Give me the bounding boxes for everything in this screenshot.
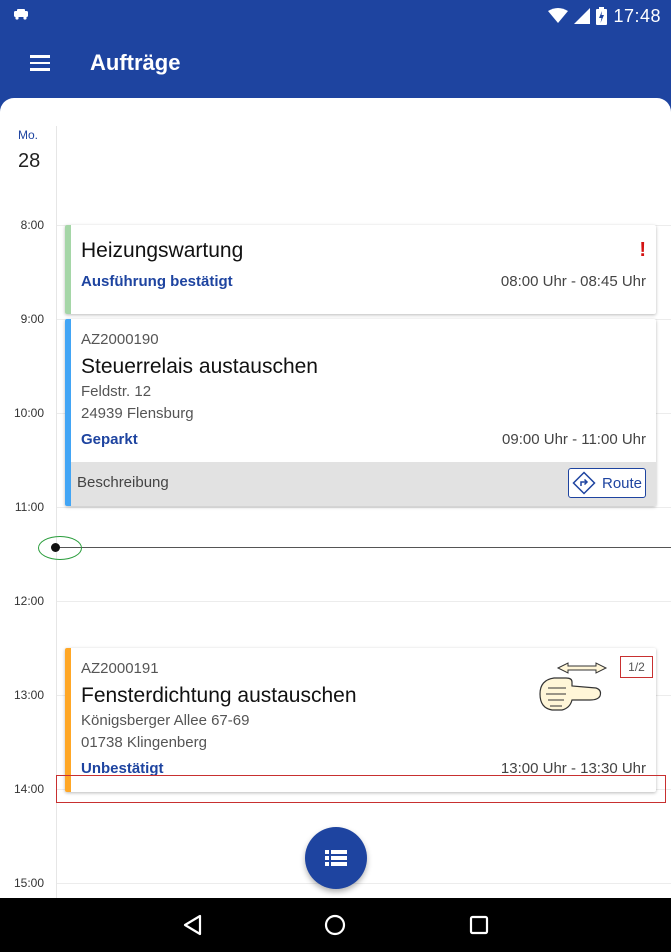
status-bar: 17:48: [0, 0, 671, 32]
swipe-gesture-icon: [539, 662, 608, 711]
event-status: Geparkt: [81, 431, 138, 448]
event-time: 08:00 Uhr - 08:45 Uhr: [500, 273, 646, 290]
day-number: 28: [18, 150, 41, 172]
highlight-box: [56, 775, 666, 803]
battery-icon: [596, 7, 608, 25]
hour-label: 13:00: [13, 688, 44, 702]
calendar-sheet[interactable]: Mo. 28 8:00 9:00 10:00 11:00 12:00 13:00…: [0, 98, 671, 898]
event-city: 24939 Flensburg: [81, 405, 194, 422]
car-notification-icon: [14, 9, 28, 20]
day-name: Mo.: [18, 128, 39, 142]
event-title: Fensterdichtung austauschen: [81, 684, 357, 707]
hour-label: 14:00: [13, 782, 44, 796]
event-street: Feldstr. 12: [81, 383, 152, 400]
route-label: Route: [601, 474, 643, 492]
list-view-button[interactable]: [305, 827, 367, 889]
event-title: Steuerrelais austauschen: [81, 355, 318, 378]
warning-icon: !: [639, 239, 646, 261]
hour-label: 9:00: [20, 312, 44, 326]
list-icon: [325, 850, 347, 866]
route-button[interactable]: Route: [568, 468, 646, 498]
hamburger-menu-icon[interactable]: [28, 52, 52, 76]
hour-line: [57, 883, 671, 884]
wifi-icon: [548, 8, 569, 23]
event-title: Heizungswartung: [81, 239, 244, 262]
hour-label: 11:00: [14, 500, 44, 514]
event-card-steuerrelais[interactable]: AZ2000190 Steuerrelais austauschen Felds…: [65, 319, 656, 506]
event-footer: Beschreibung Route: [71, 462, 656, 506]
hour-label: 15:00: [13, 876, 44, 890]
recents-icon[interactable]: [466, 912, 492, 938]
event-pager-badge[interactable]: 1/2: [620, 656, 653, 678]
event-city: 01738 Klingenberg: [81, 734, 207, 751]
hour-label: 8:00: [20, 218, 44, 232]
hour-line: [57, 601, 671, 602]
description-button[interactable]: Beschreibung: [77, 474, 169, 491]
event-accent-bar: [65, 225, 71, 314]
home-icon[interactable]: [322, 912, 348, 938]
page-title: Aufträge: [90, 50, 181, 75]
event-order-number: AZ2000190: [81, 331, 159, 348]
hour-label: 12:00: [13, 594, 44, 608]
event-status: Ausführung bestätigt: [81, 273, 233, 290]
event-time: 09:00 Uhr - 11:00 Uhr: [502, 431, 646, 448]
hour-line: [57, 507, 671, 508]
system-navigation-bar: [0, 898, 671, 952]
current-time-dot: [51, 543, 60, 552]
directions-icon: [572, 471, 596, 495]
event-street: Königsberger Allee 67-69: [81, 712, 250, 729]
hour-label: 10:00: [13, 406, 44, 420]
event-accent-bar: [65, 648, 71, 792]
app-bar: Aufträge: [0, 32, 671, 96]
back-icon[interactable]: [180, 912, 206, 938]
status-time: 17:48: [613, 5, 661, 26]
current-time-line: [56, 547, 671, 548]
signal-icon: [574, 8, 591, 24]
event-order-number: AZ2000191: [81, 660, 159, 677]
event-card-heizungswartung[interactable]: Heizungswartung Ausführung bestätigt 08:…: [65, 225, 656, 314]
current-time-highlight-ring: [38, 536, 82, 560]
